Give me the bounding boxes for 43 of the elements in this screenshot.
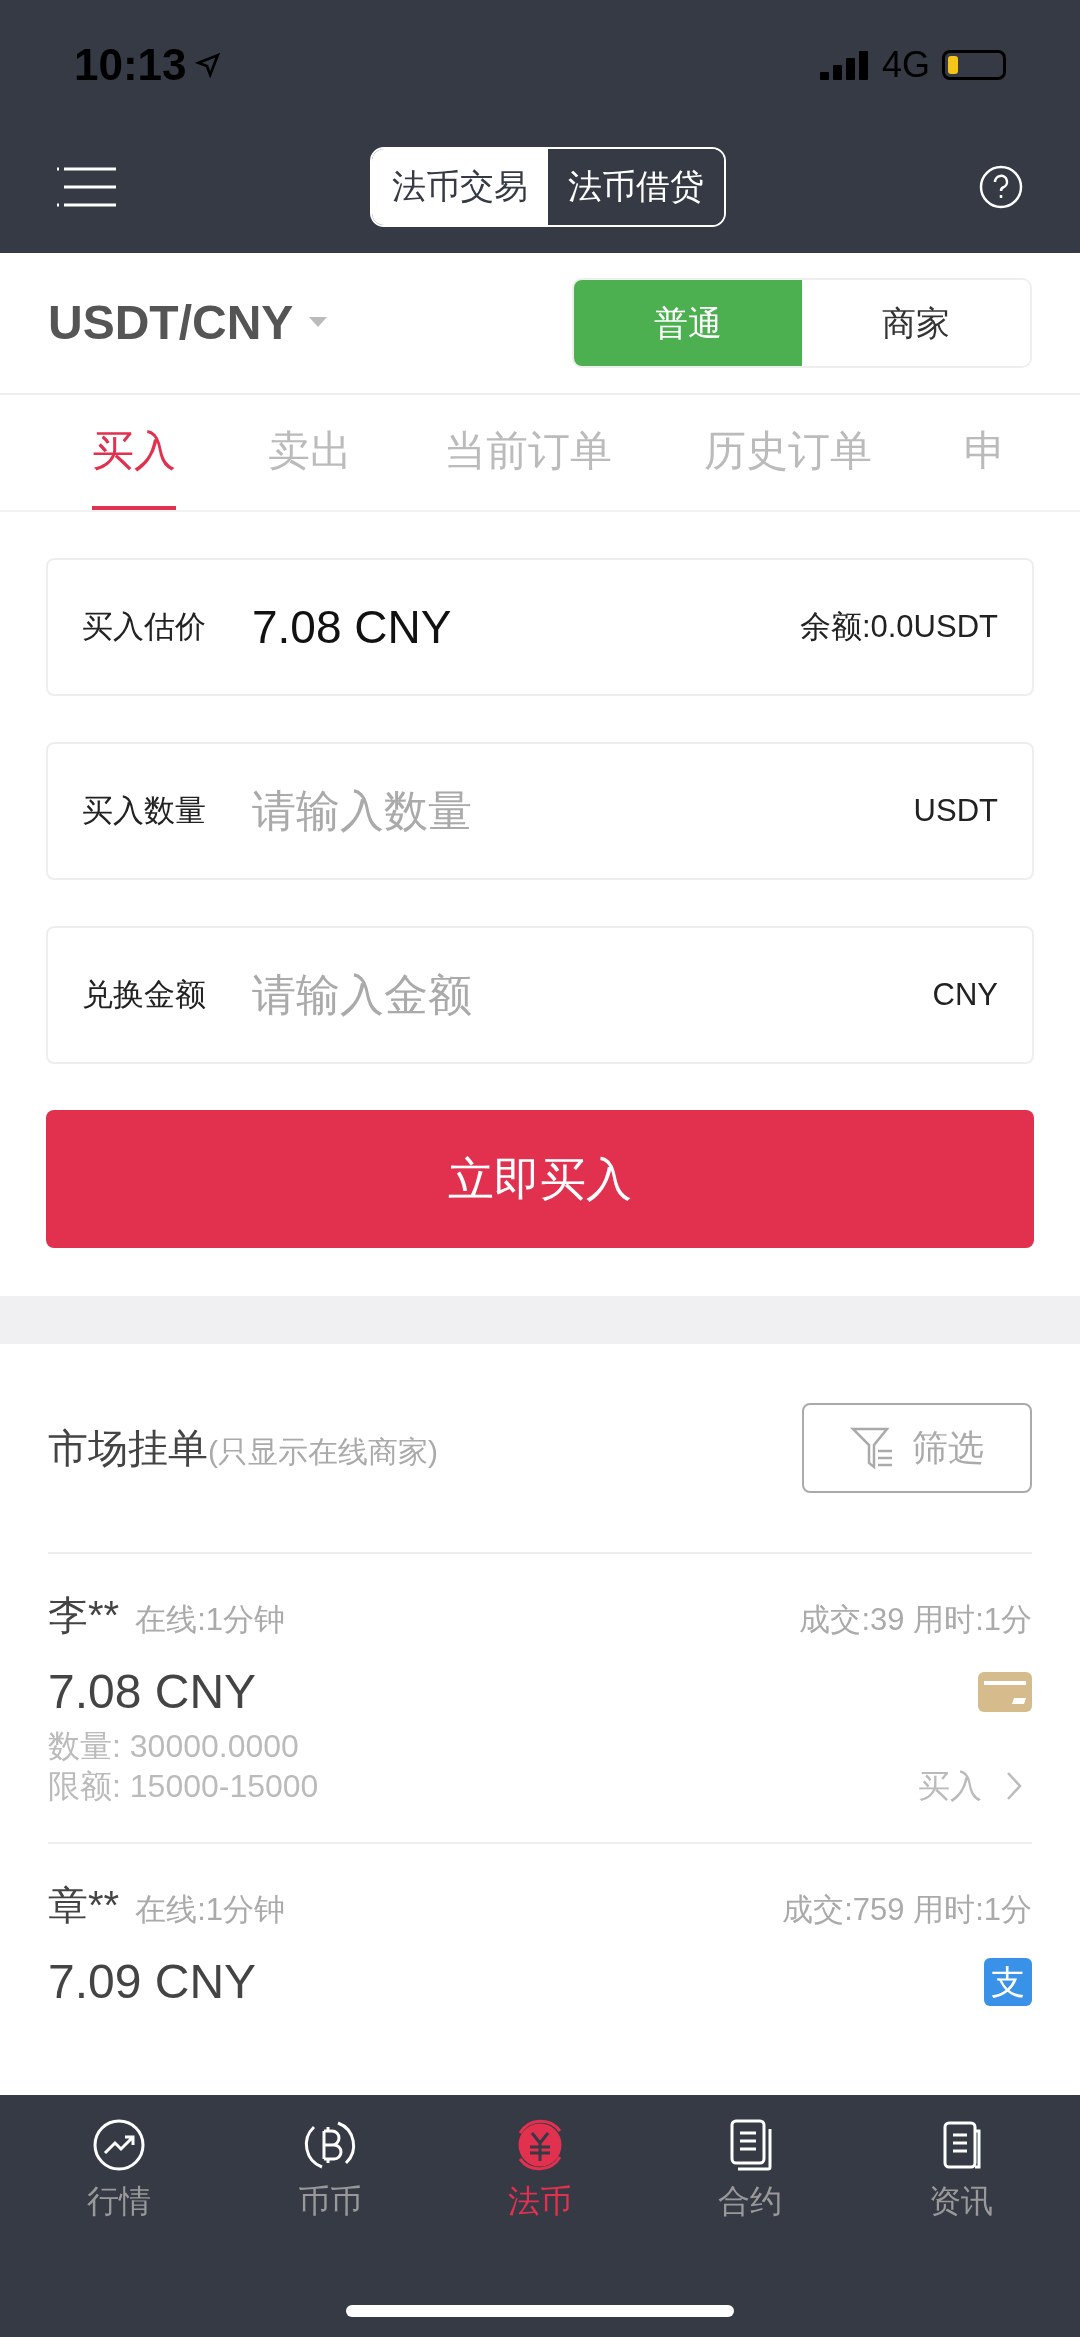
section-note: (只显示在线商家)	[208, 1434, 438, 1470]
nav-tab[interactable]: 合约	[680, 2113, 821, 2225]
online-time: 在线:1分钟	[135, 1891, 285, 1930]
pair-selector[interactable]: USDT/CNY	[48, 287, 294, 359]
online-time: 在线:1分钟	[135, 1601, 285, 1640]
mode-tab[interactable]: 普通	[574, 280, 802, 366]
field-suffix: CNY	[932, 975, 998, 1014]
chevron-right-icon	[1006, 1771, 1022, 1801]
listing-quantity: 数量: 30000.0000	[48, 1727, 300, 1766]
trade-stats: 成交:39 用时:1分	[799, 1601, 1032, 1640]
field-label: 买入估价	[82, 607, 206, 646]
listing-limit: 限额: 15000-15000	[48, 1767, 319, 1806]
nav-tab[interactable]: 法币	[469, 2113, 610, 2225]
input-box[interactable]: 买入数量 请输入数量 USDT	[46, 742, 1034, 880]
network-label: 4G	[881, 43, 930, 87]
order-tab[interactable]: 买入	[92, 395, 176, 510]
listing-price: 7.09 CNY	[48, 1954, 257, 2010]
section-title: 市场挂单	[48, 1425, 208, 1472]
segment-tab[interactable]: 法币交易	[372, 148, 548, 225]
buy-now-button[interactable]: 立即买入	[46, 1110, 1034, 1248]
nav-tab[interactable]: 资讯	[890, 2113, 1031, 2225]
location-arrow-icon	[194, 52, 221, 78]
nav-tab[interactable]: 行情	[49, 2113, 190, 2225]
merchant-name: 李**	[48, 1592, 120, 1639]
input-box[interactable]: 兑换金额 请输入金额 CNY	[46, 926, 1034, 1064]
field-suffix: USDT	[913, 791, 998, 830]
field-label: 买入数量	[82, 791, 206, 830]
payment-badge: 支	[984, 1958, 1032, 2006]
input-field[interactable]: 请输入数量	[252, 778, 868, 844]
price-value: 7.08 CNY	[252, 599, 453, 655]
battery-icon	[942, 50, 1006, 80]
filter-button[interactable]: 筛选	[802, 1403, 1032, 1493]
nav-tab[interactable]: 币币	[259, 2113, 400, 2225]
listing-price: 7.08 CNY	[48, 1664, 257, 1720]
trade-stats: 成交:759 用时:1分	[782, 1891, 1032, 1930]
merchant-name: 章**	[48, 1882, 120, 1929]
input-field[interactable]: 请输入金额	[252, 962, 887, 1028]
field-label: 兑换金额	[82, 975, 206, 1014]
status-time: 10:13	[74, 39, 187, 91]
bank-card-icon	[978, 1672, 1032, 1712]
field-suffix: 余额:0.0USDT	[799, 607, 998, 646]
signal-icon	[819, 50, 870, 80]
help-icon[interactable]	[978, 163, 1024, 210]
